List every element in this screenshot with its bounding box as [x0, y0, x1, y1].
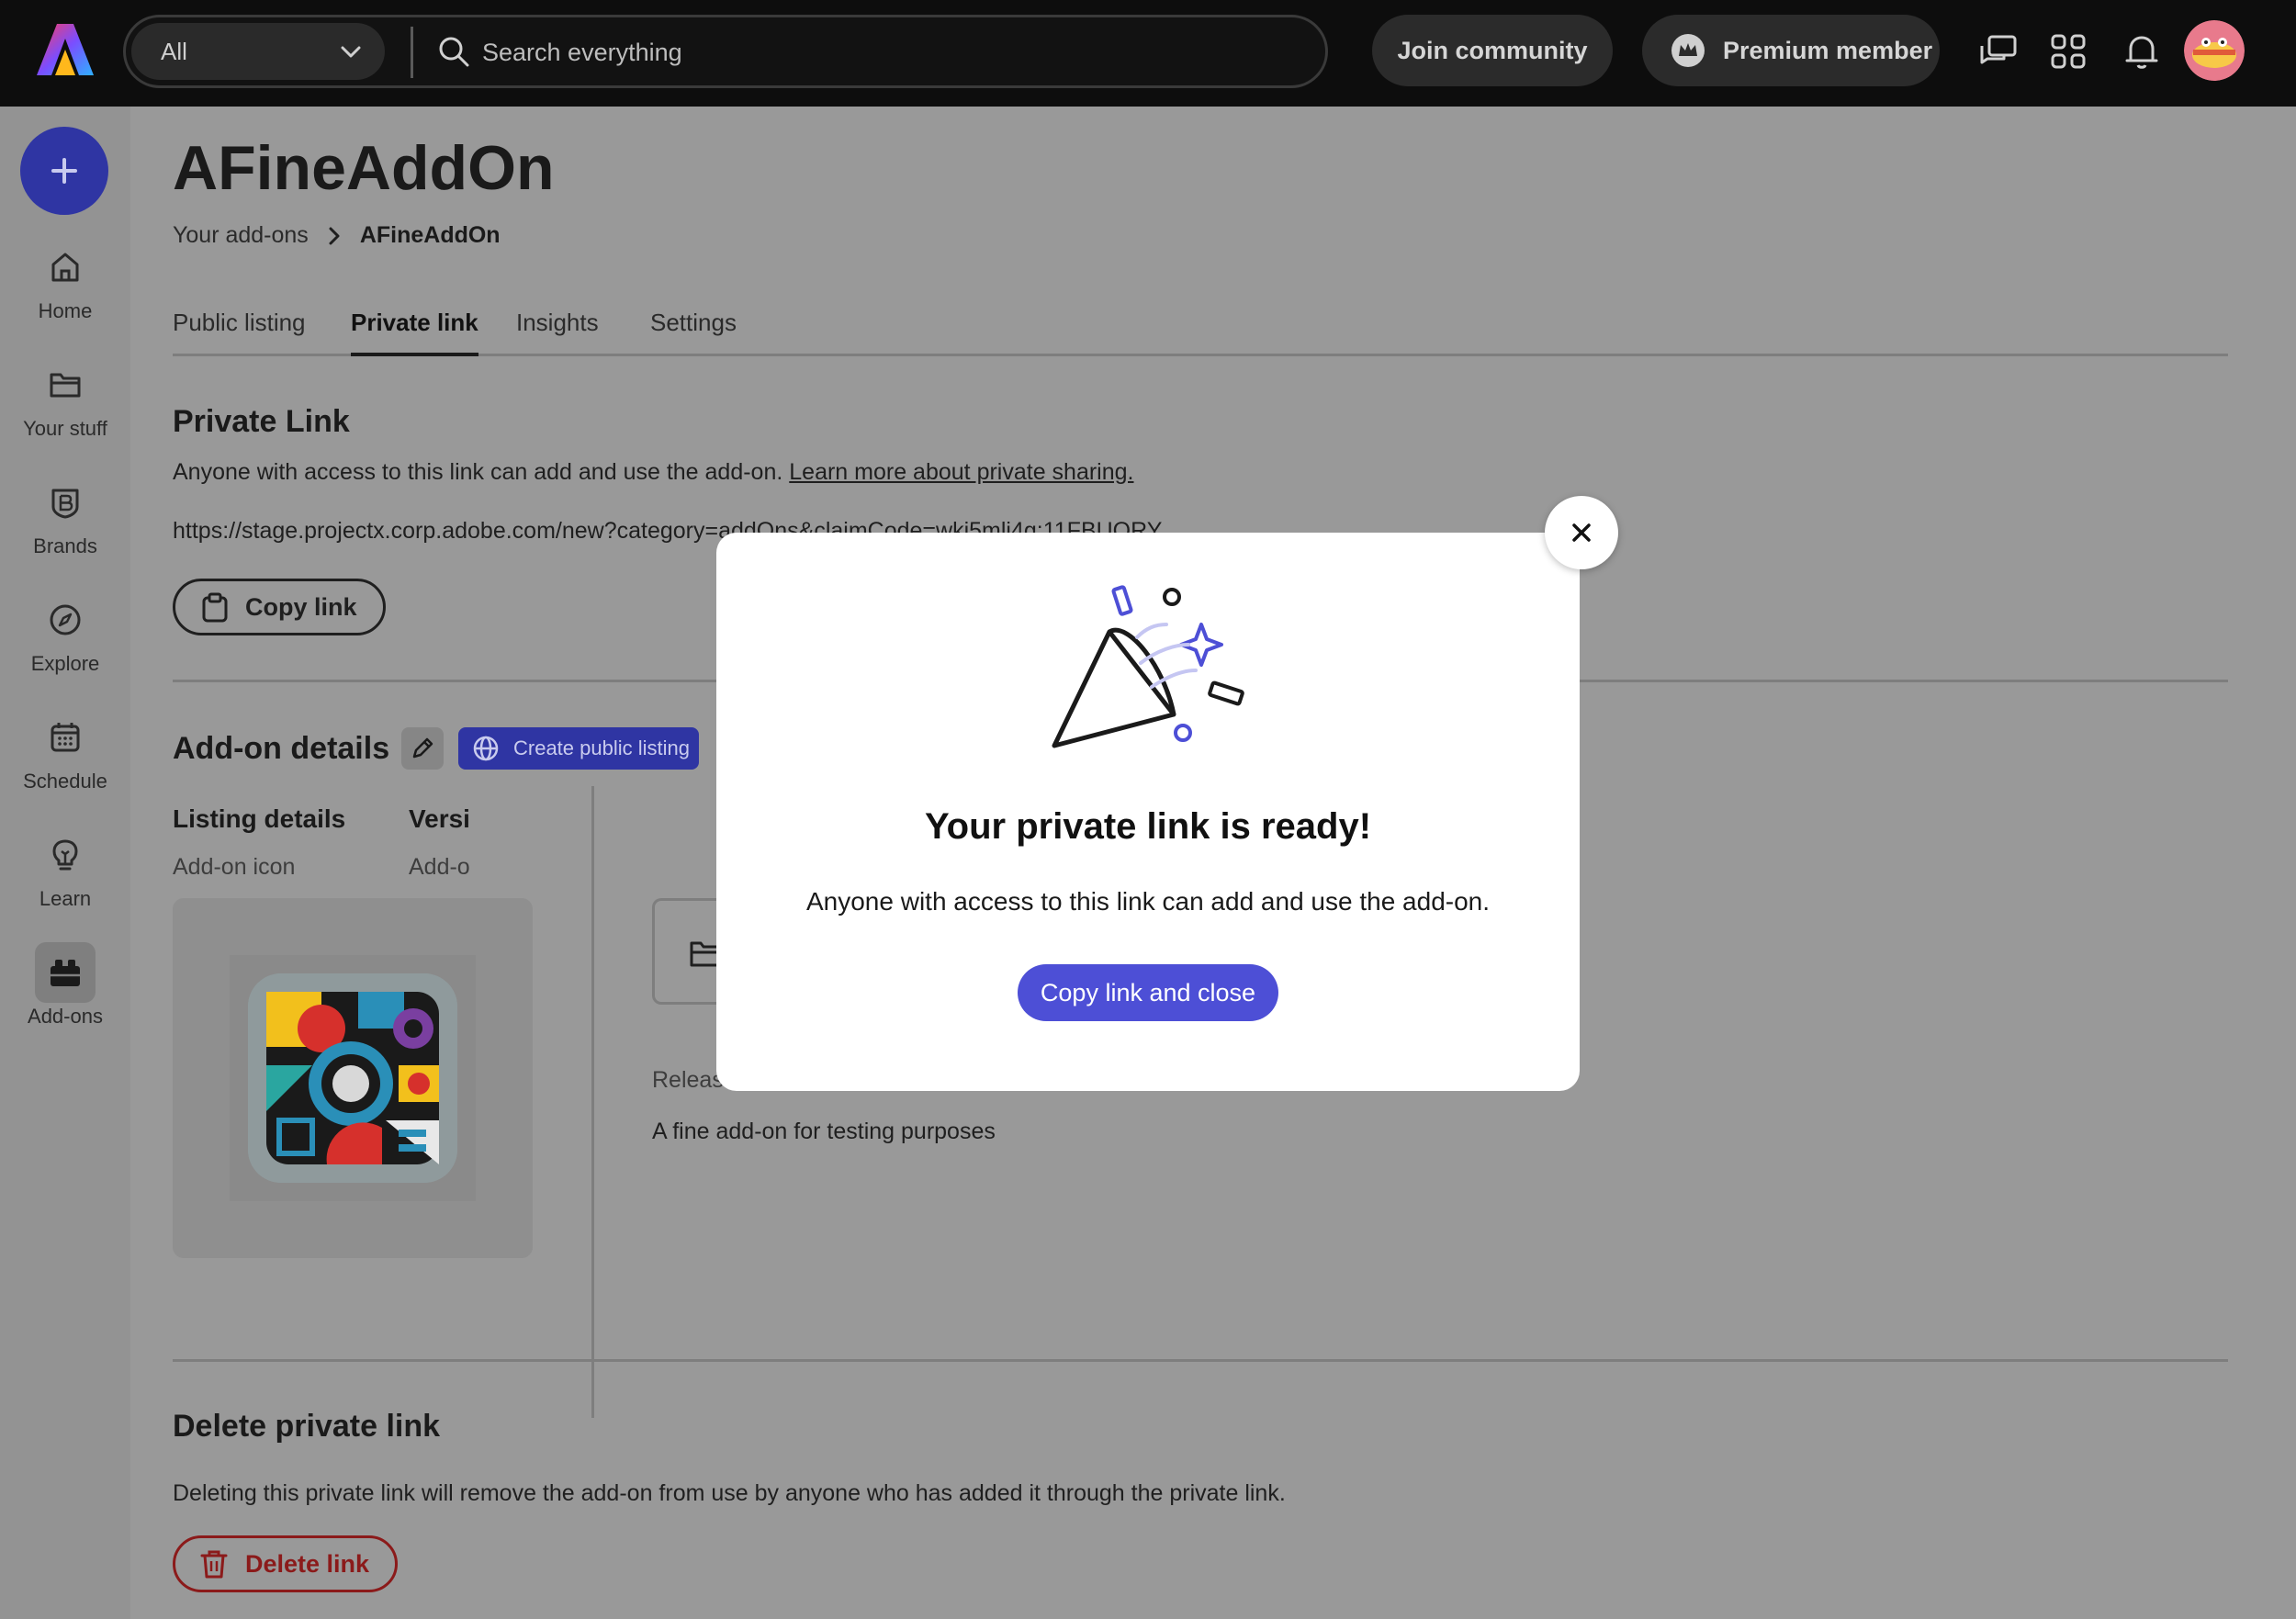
- version-heading: Versi: [409, 804, 470, 833]
- delete-link-button[interactable]: Delete link: [173, 1535, 399, 1592]
- sidebar-item-label: Add-ons: [28, 1005, 103, 1028]
- delete-link-label: Delete link: [245, 1549, 370, 1578]
- compass-icon: [50, 604, 81, 635]
- tab-private-link[interactable]: Private link: [351, 309, 478, 356]
- sidebar-item-label: Learn: [39, 887, 92, 910]
- apps-grid-icon[interactable]: [2048, 31, 2088, 72]
- private-link-heading: Private Link: [173, 404, 350, 439]
- section-divider: [173, 1359, 2228, 1362]
- private-link-description-text: Anyone with access to this link can add …: [173, 459, 783, 485]
- column-divider: [591, 786, 594, 1418]
- addons-icon: [51, 960, 80, 986]
- clipboard-icon: [202, 592, 228, 623]
- tab-insights[interactable]: Insights: [516, 309, 599, 356]
- breadcrumb: Your add-ons AFineAddOn: [173, 222, 501, 249]
- addon-icon-frame: [230, 955, 476, 1201]
- sidebar-item-learn[interactable]: Learn: [0, 836, 130, 937]
- search-divider: [411, 27, 413, 78]
- party-popper-icon: [1052, 585, 1244, 748]
- sidebar-item-label: Your stuff: [23, 417, 107, 440]
- close-icon: [1572, 523, 1591, 542]
- dialog-title: Your private link is ready!: [924, 806, 1372, 847]
- sidebar-item-home[interactable]: Home: [0, 248, 130, 349]
- addon-icon-panel: [173, 898, 533, 1258]
- tab-bar: Public listing Private link Insights Set…: [173, 309, 2228, 356]
- create-public-listing-label: Create public listing: [513, 736, 690, 759]
- copy-link-label: Copy link: [245, 592, 357, 621]
- lightbulb-icon: [52, 839, 78, 871]
- create-public-listing-button[interactable]: Create public listing: [458, 727, 699, 770]
- chat-icon[interactable]: [1978, 31, 2019, 72]
- search-scope-label: All: [161, 38, 187, 65]
- copy-link-button[interactable]: Copy link: [173, 579, 386, 635]
- breadcrumb-parent-link[interactable]: Your add-ons: [173, 222, 309, 249]
- user-avatar[interactable]: [2184, 20, 2245, 81]
- tab-settings[interactable]: Settings: [650, 309, 737, 356]
- pencil-icon: [412, 737, 433, 759]
- addon-icon-label: Add-on icon: [173, 854, 296, 880]
- calendar-icon: [51, 723, 80, 752]
- join-community-button[interactable]: Join community: [1372, 15, 1613, 86]
- close-dialog-button[interactable]: [1545, 496, 1618, 569]
- brand-icon: [51, 489, 79, 519]
- globe-icon: [473, 736, 499, 761]
- premium-member-button[interactable]: Premium member: [1642, 15, 1940, 86]
- plus-icon: [51, 158, 77, 184]
- search-icon: [439, 37, 469, 67]
- top-bar: All Join community Premium member: [0, 0, 2296, 107]
- listing-details-heading: Listing details: [173, 804, 346, 833]
- create-new-button[interactable]: [20, 127, 108, 215]
- sidebar-item-explore[interactable]: Explore: [0, 601, 130, 702]
- private-link-description: Anyone with access to this link can add …: [173, 459, 1134, 486]
- dialog-description: Anyone with access to this link can add …: [805, 887, 1491, 916]
- edit-details-button[interactable]: [401, 727, 444, 770]
- search-bar: All: [123, 15, 1328, 88]
- sidebar-item-label: Explore: [30, 652, 100, 675]
- copy-link-and-close-button[interactable]: Copy link and close: [1018, 964, 1278, 1021]
- addon-description: A fine add-on for testing purposes: [652, 1119, 996, 1144]
- sidebar-item-add-ons[interactable]: Add-ons: [0, 942, 130, 1054]
- sidebar-item-brands[interactable]: Brands: [0, 483, 130, 584]
- folder-icon: [50, 373, 81, 398]
- chevron-right-icon: [329, 227, 340, 244]
- version-subheading: Add-o: [409, 854, 470, 880]
- delete-description: Deleting this private link will remove t…: [173, 1480, 1286, 1506]
- tab-public-listing[interactable]: Public listing: [173, 309, 306, 356]
- bell-icon[interactable]: [2122, 31, 2162, 72]
- release-notes-label: Releas: [652, 1067, 724, 1093]
- learn-more-link[interactable]: Learn more about private sharing.: [789, 459, 1133, 485]
- premium-member-label: Premium member: [1723, 36, 1933, 64]
- addon-icon-image: [248, 973, 457, 1183]
- join-community-label: Join community: [1397, 36, 1588, 64]
- sidebar-item-label: Schedule: [23, 770, 107, 793]
- breadcrumb-current: AFineAddOn: [359, 222, 501, 248]
- delete-private-link-heading: Delete private link: [173, 1409, 441, 1444]
- addon-details-heading: Add-on details: [173, 731, 390, 766]
- search-scope-dropdown[interactable]: All: [131, 23, 385, 80]
- search-input[interactable]: [482, 27, 1290, 78]
- sidebar-item-your-stuff[interactable]: Your stuff: [0, 365, 130, 467]
- chevron-down-icon: [341, 46, 361, 58]
- private-link-ready-dialog: Your private link is ready! Anyone with …: [716, 533, 1580, 1091]
- app-logo-icon[interactable]: [35, 20, 96, 79]
- sidebar-item-label: Brands: [33, 534, 97, 557]
- trash-icon: [200, 1550, 228, 1579]
- sidebar-item-schedule[interactable]: Schedule: [0, 718, 130, 819]
- page-title: AFineAddOn: [173, 133, 555, 203]
- sidebar-item-label: Home: [38, 299, 93, 322]
- left-sidebar: Home Your stuff Brands Explore Schedule …: [0, 107, 130, 1619]
- home-icon: [51, 253, 79, 282]
- crown-badge-icon: [1671, 34, 1705, 67]
